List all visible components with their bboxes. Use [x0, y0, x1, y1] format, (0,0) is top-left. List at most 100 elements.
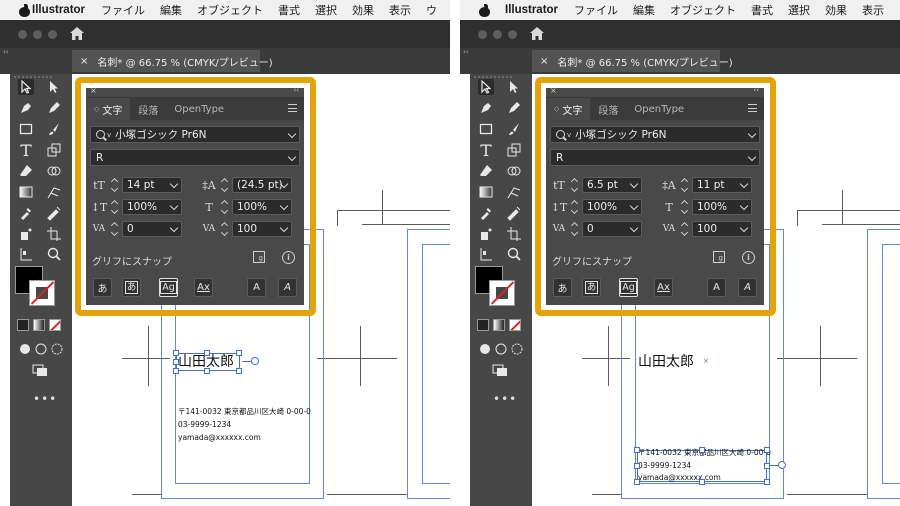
rectangle-tool-icon[interactable]	[18, 121, 34, 137]
screen-mode-icon[interactable]	[32, 362, 48, 378]
tab-opentype[interactable]: OpenType	[166, 98, 232, 120]
menu-select[interactable]: 選択	[315, 2, 337, 18]
horizontal-scale-field[interactable]: 100%	[232, 199, 292, 215]
snap-em-box-button[interactable]: あ	[122, 278, 141, 297]
draw-normal-icon[interactable]	[17, 341, 33, 357]
symbol-sprayer-tool-icon[interactable]	[18, 226, 34, 242]
card-address-text[interactable]: 〒141-0032 東京都品川区大崎 0-00-0	[178, 405, 311, 419]
home-icon[interactable]	[70, 27, 84, 40]
snap-options-icon[interactable]: g	[253, 251, 265, 263]
draw-behind-icon[interactable]	[493, 341, 509, 357]
selection-tool-icon[interactable]	[478, 79, 494, 95]
eyedropper-tool-icon[interactable]	[478, 205, 494, 221]
scale-tool-icon[interactable]	[506, 142, 522, 158]
tracking-stepper[interactable]	[681, 221, 689, 237]
mesh-tool-icon[interactable]	[506, 184, 522, 200]
blend-tool-icon[interactable]	[46, 205, 62, 221]
card-email-text[interactable]: yamada@xxxxxx.com	[638, 471, 721, 484]
window-close-button[interactable]	[18, 30, 27, 39]
window-close-button[interactable]	[478, 30, 487, 39]
pen-tool-icon[interactable]	[478, 100, 494, 116]
selection-tool-icon[interactable]	[18, 79, 34, 95]
toolbar-grip[interactable]	[14, 76, 54, 78]
screen-mode-icon[interactable]	[492, 362, 508, 378]
tracking-stepper[interactable]	[221, 221, 229, 237]
vertical-scale-stepper[interactable]	[111, 199, 119, 215]
draw-behind-icon[interactable]	[33, 341, 49, 357]
horizontal-scale-stepper[interactable]	[681, 199, 689, 215]
mesh-tool-icon[interactable]	[46, 184, 62, 200]
menu-app-name[interactable]: Illustrator	[32, 4, 85, 16]
menu-type[interactable]: 書式	[278, 2, 300, 18]
menu-object[interactable]: オブジェクト	[197, 2, 263, 18]
column-graph-tool-icon[interactable]	[478, 246, 494, 262]
card-phone-text[interactable]: 03-9999-1234	[178, 418, 231, 432]
shape-builder-tool-icon[interactable]	[506, 163, 522, 179]
column-graph-tool-icon[interactable]	[18, 246, 34, 262]
none-mode-icon[interactable]	[509, 319, 521, 331]
menu-file[interactable]: ファイル	[574, 2, 618, 18]
vertical-scale-stepper[interactable]	[571, 199, 579, 215]
menu-view[interactable]: 表示	[389, 2, 411, 18]
menu-edit[interactable]: 編集	[160, 2, 182, 18]
stroke-color-swatch[interactable]	[489, 280, 515, 306]
menu-effect[interactable]: 効果	[825, 2, 847, 18]
snap-angular-button[interactable]: A	[247, 278, 266, 297]
tab-paragraph[interactable]: 段落	[590, 98, 626, 120]
paintbrush-tool-icon[interactable]	[46, 121, 62, 137]
snap-options-icon[interactable]: g	[713, 251, 725, 263]
symbol-sprayer-tool-icon[interactable]	[478, 226, 494, 242]
direct-selection-tool-icon[interactable]	[46, 79, 62, 95]
zoom-tool-icon[interactable]	[506, 246, 522, 262]
font-size-stepper[interactable]	[111, 177, 119, 193]
document-tab[interactable]: × 名刺* @ 66.75 % (CMYK/プレビュー)	[532, 50, 733, 72]
edit-toolbar-more-icon[interactable]: •••	[493, 392, 517, 406]
kerning-field[interactable]: 0	[122, 221, 182, 237]
snap-baseline-button[interactable]: あ	[553, 278, 572, 297]
eraser-tool-icon[interactable]	[478, 163, 494, 179]
tab-close-icon[interactable]: ×	[80, 56, 88, 67]
snap-glyph-bounds-button[interactable]: Ag	[159, 278, 178, 297]
toolbar-collapse-icon[interactable]: ‹‹	[3, 48, 9, 56]
color-mode-icon[interactable]	[17, 319, 29, 331]
artboard-tool-icon[interactable]	[46, 226, 62, 242]
home-icon[interactable]	[530, 27, 544, 40]
panel-close-icon[interactable]: ×	[550, 86, 557, 95]
snap-anchor-button[interactable]: A	[738, 278, 757, 297]
curvature-tool-icon[interactable]	[46, 100, 62, 116]
menu-select[interactable]: 選択	[788, 2, 810, 18]
panel-collapse-icon[interactable]: ‹‹	[753, 86, 759, 94]
snap-em-box-button[interactable]: あ	[582, 278, 601, 297]
tab-character[interactable]: ◇ 文字	[86, 98, 131, 120]
leading-field[interactable]: 11 pt	[692, 177, 752, 193]
vertical-scale-field[interactable]: 100%	[122, 199, 182, 215]
card-name-text[interactable]: 山田太郎	[638, 351, 694, 371]
tab-close-icon[interactable]: ×	[540, 56, 548, 67]
snap-baseline-button[interactable]: あ	[93, 278, 112, 297]
leading-stepper[interactable]	[221, 177, 229, 193]
hamburger-menu-icon[interactable]	[288, 104, 297, 112]
shape-builder-tool-icon[interactable]	[46, 163, 62, 179]
none-mode-icon[interactable]	[49, 319, 61, 331]
kerning-stepper[interactable]	[111, 221, 119, 237]
font-size-field[interactable]: 14 pt	[122, 177, 182, 193]
curvature-tool-icon[interactable]	[506, 100, 522, 116]
kerning-field[interactable]: 0	[582, 221, 642, 237]
menu-edit[interactable]: 編集	[633, 2, 655, 18]
gradient-tool-icon[interactable]	[478, 184, 494, 200]
zoom-tool-icon[interactable]	[46, 246, 62, 262]
draw-normal-icon[interactable]	[477, 341, 493, 357]
font-style-dropdown[interactable]: R	[90, 149, 300, 166]
draw-inside-icon[interactable]	[49, 341, 65, 357]
tab-paragraph[interactable]: 段落	[130, 98, 166, 120]
stroke-color-swatch[interactable]	[29, 280, 55, 306]
panel-collapse-icon[interactable]: ‹‹	[293, 86, 299, 94]
menu-view[interactable]: 表示	[862, 2, 884, 18]
eyedropper-tool-icon[interactable]	[18, 205, 34, 221]
kerning-stepper[interactable]	[571, 221, 579, 237]
gradient-mode-icon[interactable]	[33, 319, 45, 331]
window-minimize-button[interactable]	[33, 30, 42, 39]
menu-window[interactable]: ウ	[426, 2, 437, 18]
tab-character[interactable]: ◇ 文字	[546, 98, 591, 120]
tracking-field[interactable]: 100	[692, 221, 752, 237]
